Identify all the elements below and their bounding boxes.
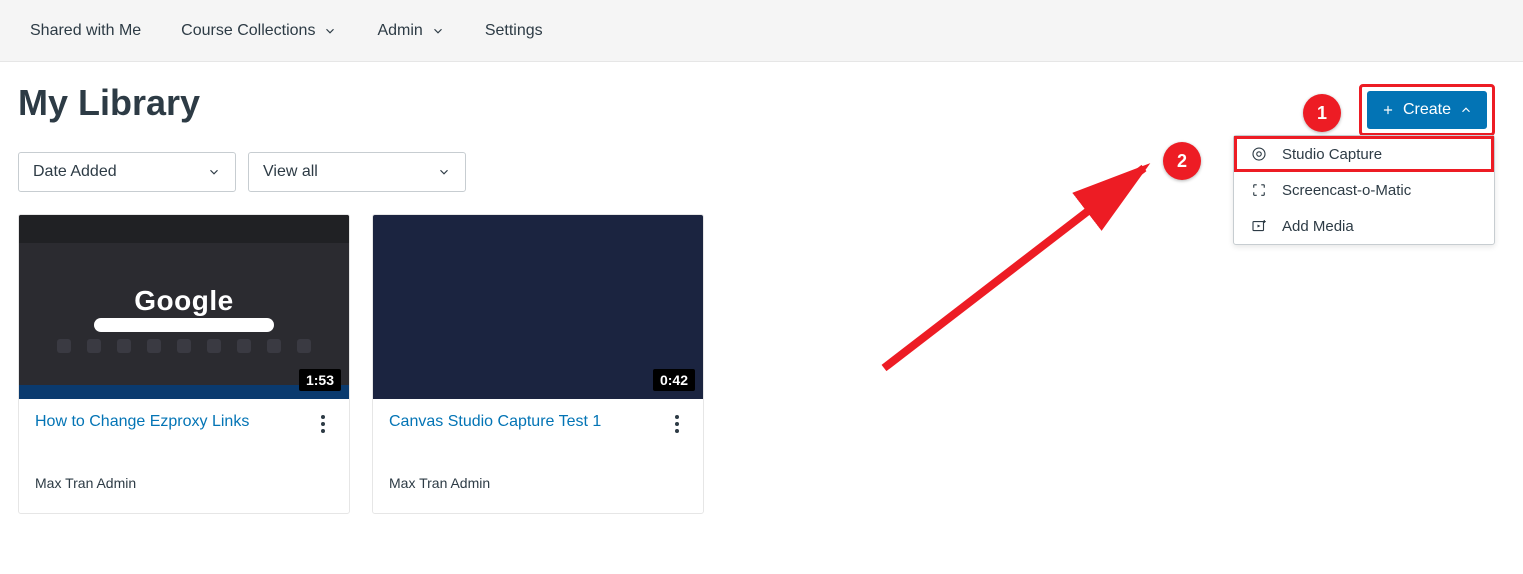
dropdown-item-label: Studio Capture (1282, 146, 1382, 163)
screencast-icon (1250, 181, 1268, 199)
create-dropdown: Studio Capture Screencast-o-Matic Add Me… (1233, 135, 1495, 245)
media-title-link[interactable]: Canvas Studio Capture Test 1 (389, 413, 601, 431)
duration-badge: 1:53 (299, 369, 341, 391)
card-body: Canvas Studio Capture Test 1 Max Tran Ad… (373, 399, 703, 513)
card-body: How to Change Ezproxy Links Max Tran Adm… (19, 399, 349, 513)
annotation-step-1: 1 (1303, 94, 1341, 132)
dropdown-item-label: Screencast-o-Matic (1282, 182, 1411, 199)
create-button[interactable]: Create (1367, 91, 1487, 129)
dropdown-item-screencast[interactable]: Screencast-o-Matic (1234, 172, 1494, 208)
nav-admin-label: Admin (377, 22, 422, 40)
chevron-up-icon (1459, 103, 1473, 117)
nav-admin[interactable]: Admin (377, 22, 444, 40)
media-author: Max Tran Admin (35, 475, 333, 491)
sort-select-label: Date Added (33, 163, 117, 181)
media-author: Max Tran Admin (389, 475, 687, 491)
view-select[interactable]: View all (248, 152, 466, 192)
view-select-label: View all (263, 163, 318, 181)
annotation-step-2: 2 (1163, 142, 1201, 180)
sort-select[interactable]: Date Added (18, 152, 236, 192)
nav-shared-label: Shared with Me (30, 22, 141, 40)
top-nav: Shared with Me Course Collections Admin … (0, 0, 1523, 62)
plus-icon (1381, 103, 1395, 117)
cards: Google 1:53 How to Change Ezproxy Links … (18, 214, 1493, 514)
media-thumbnail: 0:42 (373, 215, 703, 399)
nav-settings-label: Settings (485, 22, 543, 40)
media-card[interactable]: 0:42 Canvas Studio Capture Test 1 Max Tr… (372, 214, 704, 514)
kebab-menu-button[interactable] (313, 413, 333, 433)
dropdown-item-studio-capture[interactable]: Studio Capture (1234, 136, 1494, 172)
dropdown-item-label: Add Media (1282, 218, 1354, 235)
chevron-down-icon (437, 165, 451, 179)
chevron-down-icon (323, 24, 337, 38)
nav-collections-label: Course Collections (181, 22, 315, 40)
page-title: My Library (18, 82, 1493, 124)
nav-collections[interactable]: Course Collections (181, 22, 337, 40)
content: My Library Date Added View all Google 1:… (0, 62, 1523, 514)
dropdown-item-add-media[interactable]: Add Media (1234, 208, 1494, 244)
chevron-down-icon (431, 24, 445, 38)
media-card[interactable]: Google 1:53 How to Change Ezproxy Links … (18, 214, 350, 514)
record-icon (1250, 145, 1268, 163)
nav-settings[interactable]: Settings (485, 22, 543, 40)
create-button-label: Create (1403, 101, 1451, 119)
duration-badge: 0:42 (653, 369, 695, 391)
media-thumbnail: Google 1:53 (19, 215, 349, 399)
chevron-down-icon (207, 165, 221, 179)
nav-shared[interactable]: Shared with Me (30, 22, 141, 40)
media-title-link[interactable]: How to Change Ezproxy Links (35, 413, 249, 431)
kebab-menu-button[interactable] (667, 413, 687, 433)
add-media-icon (1250, 217, 1268, 235)
